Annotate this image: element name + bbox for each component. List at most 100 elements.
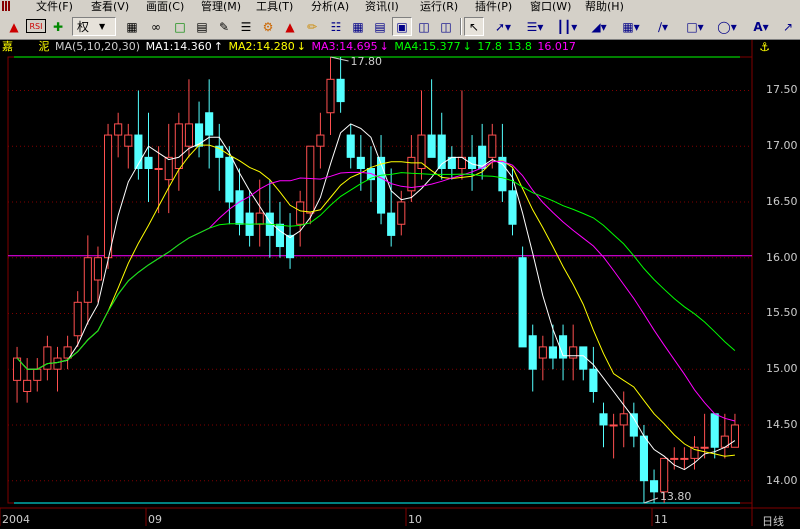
candle-body: [124, 134, 133, 147]
candle-body: [730, 424, 740, 448]
menu-plugins[interactable]: 插件(P): [475, 0, 512, 14]
ellipse-tool-icon[interactable]: ◯▾: [712, 17, 742, 36]
menu-screen[interactable]: 画面(C): [146, 0, 184, 14]
stock-name-char2: 泥: [38, 40, 50, 53]
pencil-icon[interactable]: ✏: [302, 17, 322, 36]
vline-tool-icon[interactable]: ┃┃▾: [552, 17, 582, 36]
candle-body: [306, 145, 315, 214]
yaxis-tick-label: 17.00: [766, 139, 798, 153]
alert-icon[interactable]: ▲: [280, 17, 300, 36]
candle-body: [629, 413, 638, 437]
candle-body: [33, 368, 42, 381]
menu-file[interactable]: 文件(F): [36, 0, 73, 14]
pin-icon[interactable]: ⚓: [759, 40, 770, 54]
menu-window[interactable]: 窗口(W): [530, 0, 571, 14]
tile-icon[interactable]: ▦: [122, 17, 142, 36]
stock-name-char1: 嘉: [2, 40, 13, 53]
candle-body: [23, 379, 32, 393]
kline-chart-area[interactable]: 17.80 13.80 嘉 泥 MA(5,10,20,30) MA1:14.360…: [0, 40, 800, 529]
candle-body: [397, 201, 406, 225]
doc-list-icon[interactable]: ☰: [236, 17, 256, 36]
candle-body: [73, 301, 82, 337]
candle-body: [205, 112, 214, 136]
candle-body: [164, 156, 173, 181]
candle-body: [639, 435, 649, 482]
yaxis-tick-label: 16.00: [766, 250, 798, 264]
candle-body: [93, 257, 102, 281]
rsi-icon[interactable]: RSI: [26, 19, 46, 33]
ma3-line: [16, 160, 736, 422]
xaxis-tick-label: 10: [408, 513, 422, 526]
chart-edit-icon[interactable]: ✎: [214, 17, 234, 36]
period-label[interactable]: 日线: [762, 513, 784, 529]
glasses-icon[interactable]: ∞: [146, 17, 166, 36]
candle-body: [104, 134, 113, 259]
table-icon[interactable]: ▦: [348, 17, 368, 36]
ma1-value: MA1:14.360: [145, 40, 212, 53]
yaxis-tick-label: 17.50: [766, 83, 798, 97]
fibonacci-tool-icon[interactable]: ▦▾: [616, 17, 646, 36]
candle-body: [356, 156, 365, 169]
candle-body: [538, 346, 547, 359]
menu-analysis[interactable]: 分析(A): [311, 0, 349, 14]
candle-body: [144, 156, 153, 169]
text-tool-icon[interactable]: A▾: [746, 17, 776, 36]
high-marker-pointer: [330, 56, 349, 62]
chevron-down-icon: ▼: [99, 22, 106, 31]
candle-body: [387, 212, 396, 236]
menu-help[interactable]: 帮助(H): [585, 0, 624, 14]
candle-body: [286, 234, 295, 259]
candle-body: [488, 134, 497, 158]
menu-view[interactable]: 查看(V): [91, 0, 129, 14]
move-icon[interactable]: ✚: [48, 17, 68, 36]
list-icon[interactable]: ☷: [326, 17, 346, 36]
hline-tool-icon[interactable]: ☰▾: [520, 17, 550, 36]
multi-window-icon[interactable]: ◫: [436, 17, 456, 36]
window-icon[interactable]: ▤: [370, 17, 390, 36]
yaxis-tick-label: 14.00: [766, 473, 798, 487]
candle-body: [43, 346, 52, 370]
candle-body: [650, 480, 659, 493]
ma2-value: MA2:14.280: [228, 40, 295, 53]
candle-body: [296, 201, 305, 225]
finance-icon[interactable]: □: [170, 17, 190, 36]
candle-body: [235, 190, 244, 225]
yaxis-tick-label: 15.50: [766, 306, 798, 320]
yaxis-tick-label: 14.50: [766, 417, 798, 431]
arrow-tool-icon[interactable]: ↗: [778, 17, 798, 36]
ma-header: MA(5,10,20,30): [55, 40, 141, 53]
candle-body: [619, 413, 628, 426]
line-tool-icon[interactable]: ➚▾: [488, 17, 518, 36]
menu-tools[interactable]: 工具(T): [256, 0, 293, 14]
kline-window-icon[interactable]: ▣: [392, 17, 412, 36]
candle-body: [528, 335, 537, 370]
candle-body: [518, 257, 527, 348]
ma3-value: MA3:14.695: [311, 40, 378, 53]
candle-body: [670, 457, 679, 460]
channel-tool-icon[interactable]: ∕▾: [648, 17, 678, 36]
menu-manage[interactable]: 管理(M): [201, 0, 241, 14]
open-folder-icon[interactable]: ▲: [4, 17, 24, 36]
low-marker-label: 13.80: [660, 490, 692, 503]
xaxis-tick-label: 09: [148, 513, 162, 526]
menu-info[interactable]: 资讯(I): [365, 0, 399, 14]
toolbar-separator: [460, 18, 462, 35]
candle-body: [174, 123, 183, 169]
fan-tool-icon[interactable]: ◢▾: [584, 17, 614, 36]
candle-body: [225, 156, 234, 203]
settings-icon[interactable]: ⚙: [258, 17, 278, 36]
cursor-icon[interactable]: ↖: [464, 17, 484, 36]
candle-body: [154, 168, 163, 170]
ma4-value: MA4:15.377: [394, 40, 461, 53]
candle-body: [255, 212, 264, 225]
menu-run[interactable]: 运行(R): [420, 0, 458, 14]
candle-body: [700, 446, 709, 449]
kline-chart[interactable]: 17.80 13.80: [0, 40, 800, 526]
rights-adjust-dropdown[interactable]: 权 ▼: [72, 17, 116, 36]
rectangle-tool-icon[interactable]: □▾: [680, 17, 710, 36]
menu-bar: 文件(F) 查看(V) 画面(C) 管理(M) 工具(T) 分析(A) 资讯(I…: [0, 0, 800, 14]
candle-body: [83, 257, 92, 303]
document-icon[interactable]: ▤: [192, 17, 212, 36]
split-window-icon[interactable]: ◫: [414, 17, 434, 36]
candle-body: [508, 190, 517, 225]
